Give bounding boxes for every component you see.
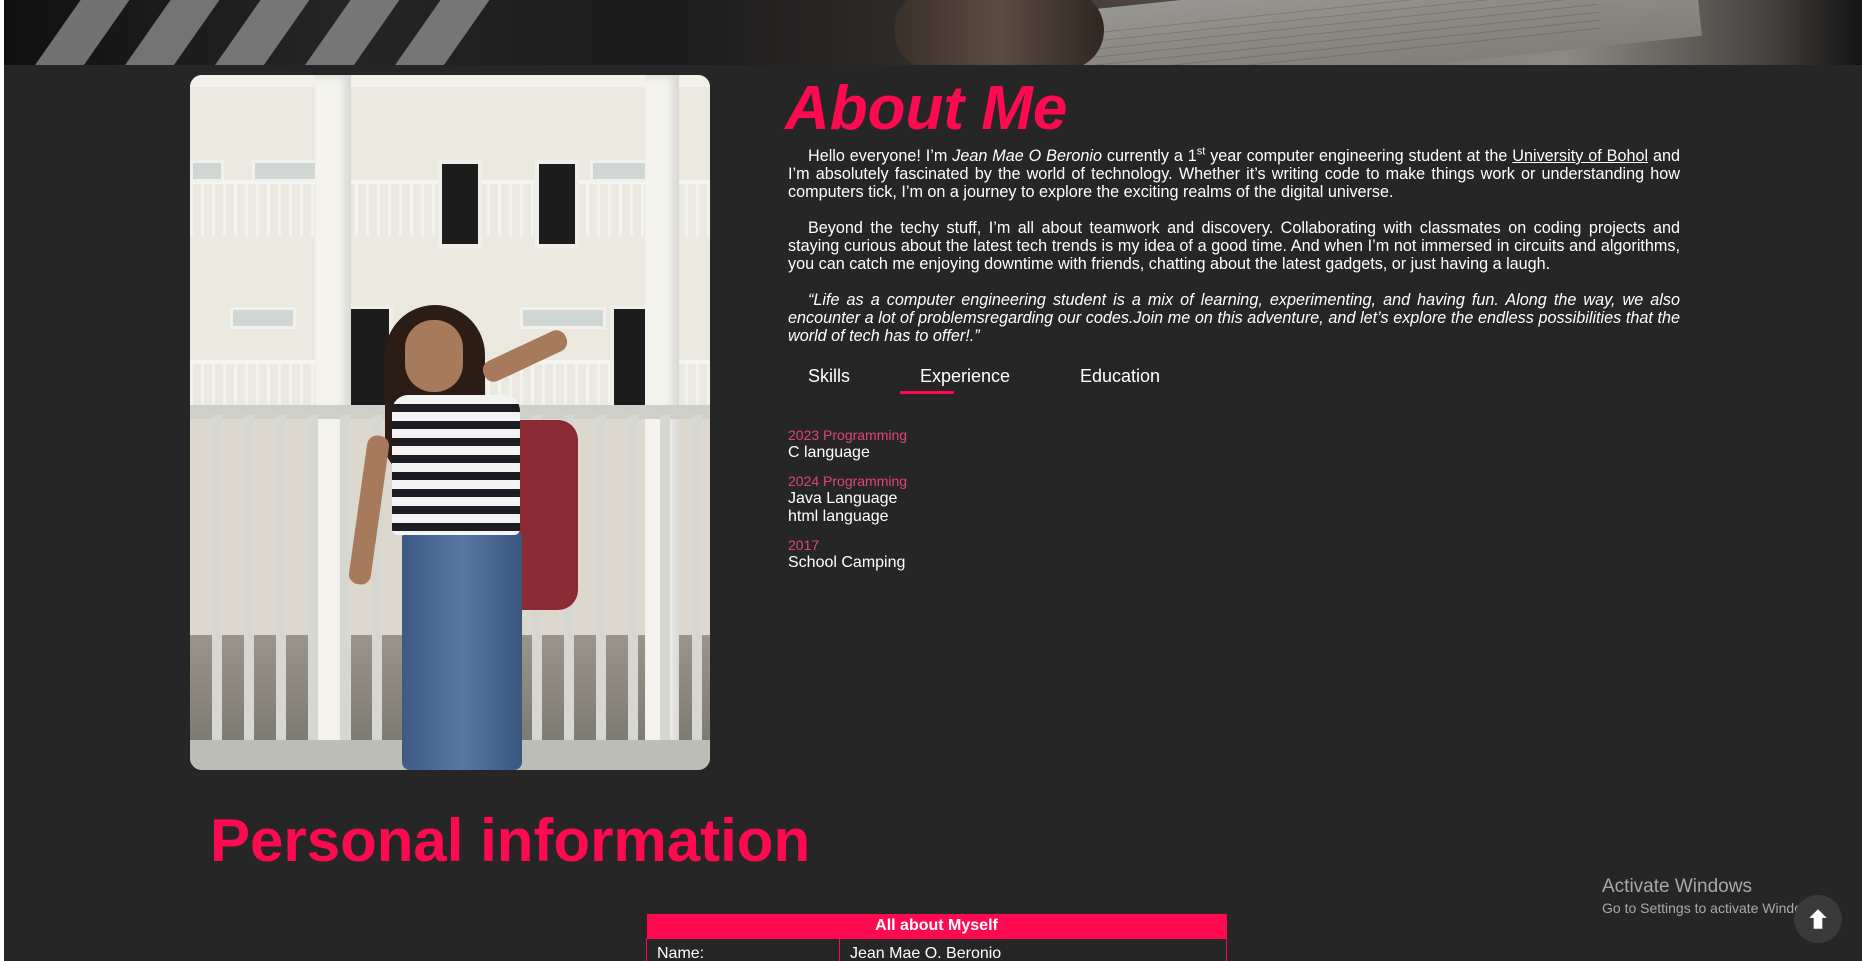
person-face	[405, 320, 463, 392]
experience-year: 2023 Programming	[788, 427, 908, 443]
photo-door	[438, 160, 482, 248]
person-shirt	[392, 395, 520, 535]
about-paragraph-quote: “Life as a computer engineering student …	[788, 291, 1680, 345]
banner-shade	[4, 0, 1862, 65]
about-title: About Me	[785, 74, 1068, 143]
personal-info-table: All about Myself Name: Jean Mae O. Beron…	[646, 914, 1227, 961]
about-paragraph-hobbies: Beyond the techy stuff, I’m all about te…	[788, 219, 1680, 273]
intro-text: currently a 1	[1101, 147, 1197, 165]
list-item: 2024 Programming Java Language html lang…	[788, 473, 1088, 526]
arrow-up-icon	[1809, 909, 1827, 929]
person-jeans	[402, 530, 522, 770]
personal-info-title: Personal information	[210, 807, 811, 874]
windows-activation-watermark: Activate Windows Go to Settings to activ…	[1602, 876, 1823, 918]
scroll-to-top-button[interactable]	[1794, 895, 1842, 943]
experience-year: 2017	[788, 537, 820, 553]
page: About Me Hello everyone! I’m Jean Mae O …	[4, 0, 1862, 961]
experience-list: 2023 Programming C language 2024 Program…	[788, 427, 1088, 583]
quote-text: “Life as a computer engineering student …	[788, 291, 1680, 345]
watermark-subtitle: Go to Settings to activate Windows.	[1602, 900, 1823, 916]
photo-window	[190, 160, 224, 182]
photo-ceiling	[190, 75, 710, 87]
intro-text: Hello everyone! I’m	[808, 147, 953, 165]
photo-door	[535, 160, 579, 248]
university-link[interactable]: University of Bohol	[1512, 147, 1648, 165]
table-row: Name: Jean Mae O. Beronio	[646, 938, 1227, 961]
tab-education[interactable]: Education	[1080, 364, 1160, 388]
active-tab-underline	[900, 391, 954, 394]
about-paragraph-intro: Hello everyone! I’m Jean Mae O Beronio c…	[788, 145, 1680, 201]
ordinal-suffix: st	[1196, 145, 1206, 158]
intro-text: year computer engineering student at the	[1205, 147, 1513, 165]
row-label: Name:	[646, 938, 840, 961]
watermark-title: Activate Windows	[1602, 876, 1752, 897]
profile-photo	[190, 75, 710, 770]
tab-skills[interactable]: Skills	[808, 364, 850, 388]
photo-window	[230, 307, 296, 329]
photo-window	[252, 160, 318, 182]
hobbies-text: Beyond the techy stuff, I’m all about te…	[788, 219, 1680, 273]
experience-year: 2024 Programming	[788, 473, 908, 489]
photo-window	[520, 307, 606, 329]
table-header: All about Myself	[646, 914, 1227, 939]
author-name: Jean Mae O Beronio	[952, 147, 1102, 165]
experience-detail: School Camping	[788, 554, 906, 571]
tab-experience[interactable]: Experience	[920, 364, 1010, 388]
list-item: 2017 School Camping	[788, 537, 1088, 572]
experience-detail: Java Language	[788, 490, 898, 507]
list-item: 2023 Programming C language	[788, 427, 1088, 462]
experience-detail: C language	[788, 444, 870, 461]
experience-detail: html language	[788, 508, 889, 525]
row-value: Jean Mae O. Beronio	[839, 938, 1227, 961]
header-banner-image	[4, 0, 1862, 65]
